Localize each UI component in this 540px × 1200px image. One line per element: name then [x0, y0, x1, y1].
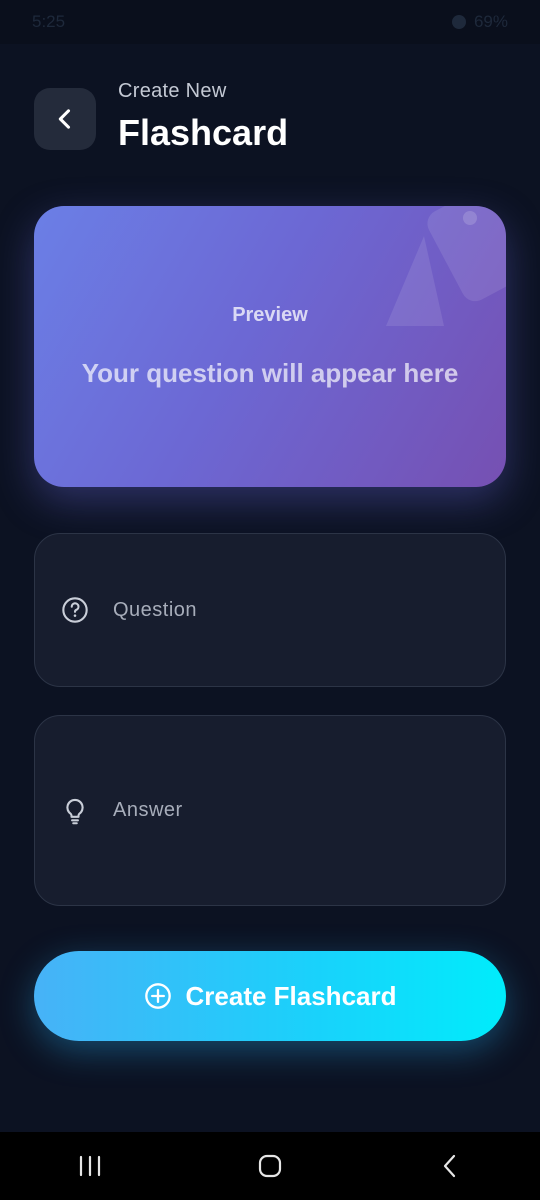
status-bar: 5:25 69%	[0, 0, 540, 44]
nav-back-button[interactable]	[420, 1136, 480, 1196]
page-title: Flashcard	[118, 112, 289, 153]
question-placeholder: Question	[113, 598, 198, 621]
recent-apps-icon	[79, 1155, 101, 1177]
plus-circle-icon	[144, 983, 171, 1009]
flashcard-create-screen: 5:25 69% Create New Flashcard Preview Yo…	[0, 0, 540, 1200]
create-flashcard-button[interactable]: Create Flashcard	[34, 951, 506, 1041]
page-subtitle: Create New	[118, 80, 227, 102]
back-icon	[443, 1154, 456, 1178]
status-icons: 69%	[451, 12, 508, 32]
chevron-left-icon	[58, 109, 71, 129]
preview-label: Preview	[232, 304, 308, 326]
notification-icon	[451, 15, 466, 29]
create-flashcard-label: Create Flashcard	[185, 980, 397, 1011]
home-icon	[258, 1154, 282, 1178]
answer-placeholder: Answer	[113, 799, 183, 821]
answer-input[interactable]: Answer	[34, 715, 506, 906]
battery-level: 69%	[473, 12, 508, 31]
lightbulb-icon	[61, 797, 89, 825]
back-button[interactable]	[34, 88, 96, 150]
status-time: 5:25	[32, 12, 66, 31]
nav-recent-apps-button[interactable]	[60, 1136, 120, 1196]
help-circle-icon	[61, 596, 89, 624]
system-nav-bar	[0, 1132, 540, 1200]
nav-home-button[interactable]	[240, 1136, 300, 1196]
question-input[interactable]: Question	[34, 533, 506, 687]
preview-question-text: Your question will appear here	[81, 358, 459, 388]
flashcard-preview-card: Preview Your question will appear here	[34, 206, 506, 487]
